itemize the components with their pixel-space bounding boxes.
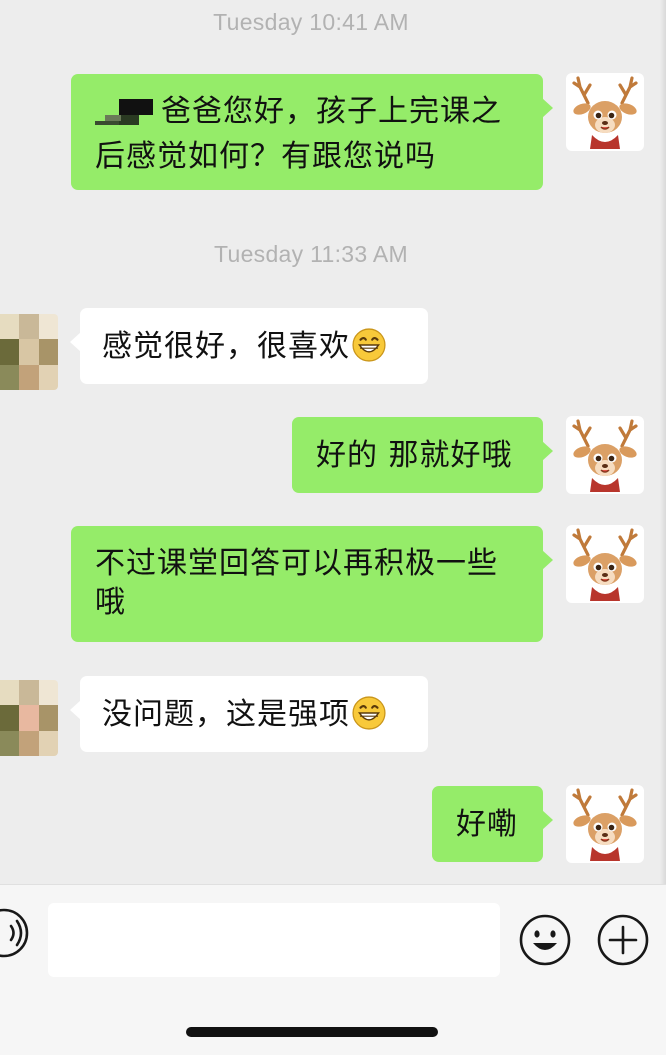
plus-icon[interactable] [596,913,650,967]
message-text: 后感觉如何？有跟您说吗 [95,139,436,174]
scrollbar[interactable] [660,0,666,884]
avatar[interactable] [566,416,644,494]
message-text: 爸爸您好，孩子上完课之 [161,94,502,129]
outgoing-message[interactable]: 好嘞 [432,786,553,862]
emoji-icon[interactable] [518,913,572,967]
incoming-message[interactable]: 感觉很好，很喜欢 [70,308,428,384]
outgoing-message[interactable]: 不过课堂回答可以再积极一些 哦 [71,526,553,642]
deer-icon [570,528,640,603]
message-text: 好嘞 [456,807,518,842]
message-input[interactable] [48,903,500,977]
message-text: 不过课堂回答可以再积极一些 [95,546,498,581]
redacted-name [95,93,155,137]
message-text: 感觉很好，很喜欢 [102,329,350,364]
outgoing-message[interactable]: 爸爸您好，孩子上完课之 后感觉如何？有跟您说吗 [71,74,553,190]
voice-icon[interactable] [0,907,30,959]
outgoing-message[interactable]: 好的 那就好哦 [292,417,553,493]
avatar[interactable] [0,680,58,756]
incoming-message[interactable]: 没问题，这是强项 [70,676,428,752]
avatar[interactable] [566,525,644,603]
message-text: 哦 [95,585,126,620]
avatar[interactable] [566,73,644,151]
deer-icon [570,76,640,151]
deer-icon [570,788,640,863]
message-text: 没问题，这是强项 [102,697,350,732]
avatar[interactable] [566,785,644,863]
timestamp: Tuesday 11:33 AM [213,241,409,267]
chat-area: Tuesday 10:41 AM 爸爸您好，孩子上完课之 后感觉如何？有跟您说吗… [0,0,666,884]
avatar[interactable] [0,314,58,390]
grin-emoji-icon [352,696,386,730]
grin-emoji-icon [352,328,386,362]
deer-icon [570,419,640,494]
timestamp: Tuesday 10:41 AM [213,9,409,35]
home-indicator[interactable] [186,1027,438,1037]
message-text: 好的 那就好哦 [316,438,513,473]
